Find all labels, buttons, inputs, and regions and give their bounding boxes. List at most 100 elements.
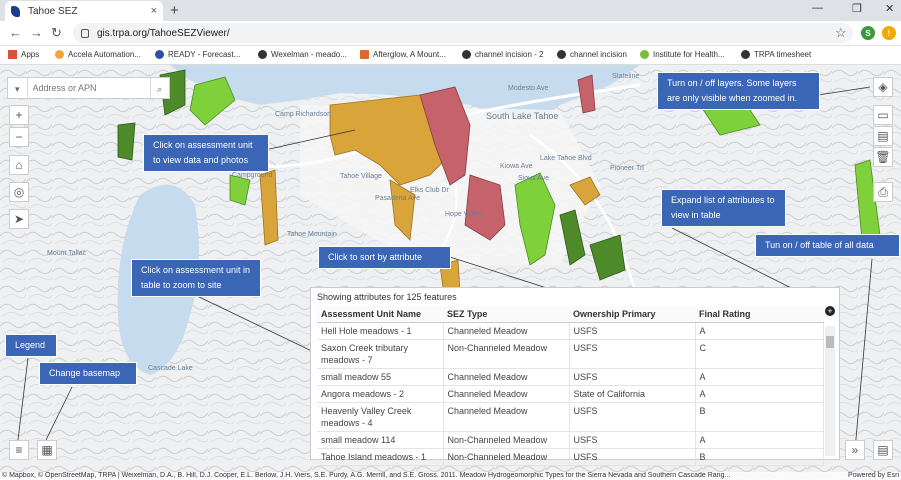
tab-close-icon[interactable]: × <box>151 5 157 17</box>
bookmark-accela[interactable]: Accela Automation... <box>55 50 141 59</box>
esri-credit[interactable]: Powered by Esri <box>848 472 899 480</box>
table-row[interactable]: Angora meadows - 2 Channeled Meadow State … <box>317 385 824 403</box>
navigate-button[interactable]: ➤ <box>9 209 29 229</box>
legend-button[interactable]: ≡ <box>9 440 29 460</box>
place-label: Hope Valley <box>445 211 483 218</box>
update-alert-icon[interactable]: ! <box>882 26 896 40</box>
place-label: Camp Richardson <box>275 111 332 118</box>
bookmark-afterglow[interactable]: Afterglow, A Mount... <box>360 50 446 59</box>
table-row[interactable]: Saxon Creek tributary meadows - 7 Non-Cha… <box>317 339 824 369</box>
table-row[interactable]: small meadow 114 Non-Channeled Meadow USFS… <box>317 431 824 449</box>
place-label: Cascade Lake <box>148 365 193 372</box>
bookmark-channel-incision[interactable]: channel incision <box>557 50 627 59</box>
browser-tabstrip: Tahoe SEZ × + — ❐ ✕ <box>0 0 901 21</box>
cell-ownership: USFS <box>569 339 696 369</box>
table-scrollbar[interactable] <box>825 326 835 456</box>
expand-attributes-icon[interactable]: + <box>825 306 835 316</box>
github-icon <box>258 50 267 59</box>
delete-button[interactable]: 🗑 <box>873 147 893 167</box>
cell-ownership: USFS <box>569 402 696 432</box>
home-button[interactable]: ⌂ <box>9 155 29 175</box>
bookmark-trpa-timesheet[interactable]: TRPA timesheet <box>741 50 811 59</box>
bookmark-label: Apps <box>21 50 40 59</box>
cell-rating: A <box>695 368 824 386</box>
callout-assessment-unit: Click on assessment unit to view data an… <box>143 134 269 172</box>
place-label: Pasadena Ave <box>375 195 421 202</box>
expand-table-button[interactable]: » <box>845 440 865 460</box>
zoom-in-button[interactable]: + <box>9 105 29 125</box>
accela-icon <box>55 50 64 59</box>
search-source-dropdown-icon[interactable]: ▾ <box>8 78 28 98</box>
bookmark-tool-button[interactable]: ▤ <box>873 126 893 146</box>
locate-button[interactable]: ◎ <box>9 182 29 202</box>
cell-name: small meadow 55 <box>317 368 444 386</box>
table-row[interactable]: Heavenly Valley Creek meadows - 4 Channel… <box>317 402 824 432</box>
cell-sez-type: Channeled Meadow <box>443 402 570 432</box>
scrollbar-thumb[interactable] <box>826 336 834 348</box>
bookmark-ready[interactable]: READY - Forecast... <box>155 50 240 59</box>
bookmark-institute[interactable]: Institute for Health... <box>640 50 725 59</box>
bookmark-label: channel incision - 2 <box>475 50 544 59</box>
column-header-rating[interactable]: Final Rating <box>695 306 824 323</box>
cell-rating: C <box>695 339 824 369</box>
restore-icon[interactable]: ❐ <box>852 2 862 15</box>
github-icon <box>741 50 750 59</box>
back-icon[interactable]: ← <box>9 25 22 40</box>
search-icon[interactable]: ⌕ <box>149 78 170 98</box>
cell-rating: A <box>695 385 824 403</box>
bookmark-channel-incision-2[interactable]: channel incision - 2 <box>462 50 543 59</box>
table-row[interactable]: Tahoe Island meadows - 1 Non-Channeled Me… <box>317 448 824 466</box>
forward-icon[interactable]: → <box>30 25 43 40</box>
callout-table-zoom: Click on assessment unit in table to zoo… <box>131 259 261 297</box>
cell-name: Saxon Creek tributary meadows - 7 <box>317 339 444 369</box>
callout-layers: Turn on / off layers. Some layers are on… <box>657 72 820 110</box>
callout-sort: Click to sort by attribute <box>318 246 451 269</box>
callout-expand-attributes: Expand list of attributes to view in tab… <box>661 189 786 227</box>
toggle-table-button[interactable]: ▤ <box>873 440 893 460</box>
column-header-ownership[interactable]: Ownership Primary <box>569 306 695 323</box>
print-button[interactable]: ⎙ <box>873 182 893 202</box>
zoom-out-button[interactable]: − <box>9 127 29 147</box>
search-input[interactable] <box>27 83 150 93</box>
table-row[interactable]: Hell Hole meadows - 1 Channeled Meadow USF… <box>317 322 824 340</box>
address-bar[interactable]: gis.trpa.org/TahoeSEZViewer/ <box>73 23 853 43</box>
cell-name: Heavenly Valley Creek meadows - 4 <box>317 402 444 432</box>
cell-sez-type: Channeled Meadow <box>443 322 570 340</box>
measure-button[interactable]: ▭ <box>873 105 893 125</box>
profile-avatar[interactable]: S <box>861 26 875 40</box>
bookmark-apps[interactable]: Apps <box>8 50 39 59</box>
cell-ownership: USFS <box>569 448 696 466</box>
cell-sez-type: Channeled Meadow <box>443 368 570 386</box>
minimize-icon[interactable]: — <box>812 2 823 14</box>
cell-name: Tahoe Island meadows - 1 <box>317 448 444 466</box>
meadow-polygon-a <box>117 122 136 161</box>
new-tab-button[interactable]: + <box>170 2 179 19</box>
place-label: Campground <box>232 172 273 179</box>
layers-button[interactable]: ◈ <box>873 77 893 97</box>
bookmark-label: channel incision <box>570 50 627 59</box>
bookmark-label: Wexelman - meado... <box>271 50 347 59</box>
close-window-icon[interactable]: ✕ <box>885 2 894 15</box>
reload-icon[interactable]: ↻ <box>51 25 62 41</box>
bookmark-label: Accela Automation... <box>68 50 141 59</box>
browser-tab[interactable]: Tahoe SEZ × <box>5 1 163 21</box>
column-header-sez-type[interactable]: SEZ Type <box>443 306 569 323</box>
basemap-gallery-button[interactable]: ▦ <box>37 440 57 460</box>
place-label: Sioux Ave <box>518 175 550 182</box>
search-widget: ▾ ⌕ <box>7 77 170 99</box>
bookmark-label: Afterglow, A Mount... <box>373 50 446 59</box>
map-view[interactable]: Camp Richardson South Lake Tahoe Tahoe V… <box>0 65 901 480</box>
table-row[interactable]: small meadow 55 Channeled Meadow USFS A <box>317 368 824 386</box>
cell-ownership: USFS <box>569 431 696 449</box>
place-label: Tahoe Mountain <box>287 231 337 238</box>
column-header-name[interactable]: Assessment Unit Name <box>317 306 443 323</box>
map-attribution: © Mapbox, © OpenStreetMap, TRPA | Weixel… <box>0 472 901 480</box>
callout-table-toggle: Tun on / off table of all data <box>755 234 900 257</box>
afterglow-icon <box>360 50 369 59</box>
cell-rating: A <box>695 431 824 449</box>
github-icon <box>462 50 471 59</box>
place-label: Mount Tallac <box>47 250 87 257</box>
bookmark-star-icon[interactable]: ☆ <box>835 25 847 41</box>
bookmark-wexelman[interactable]: Wexelman - meado... <box>258 50 347 59</box>
cell-sez-type: Non-Channeled Meadow <box>443 448 570 466</box>
